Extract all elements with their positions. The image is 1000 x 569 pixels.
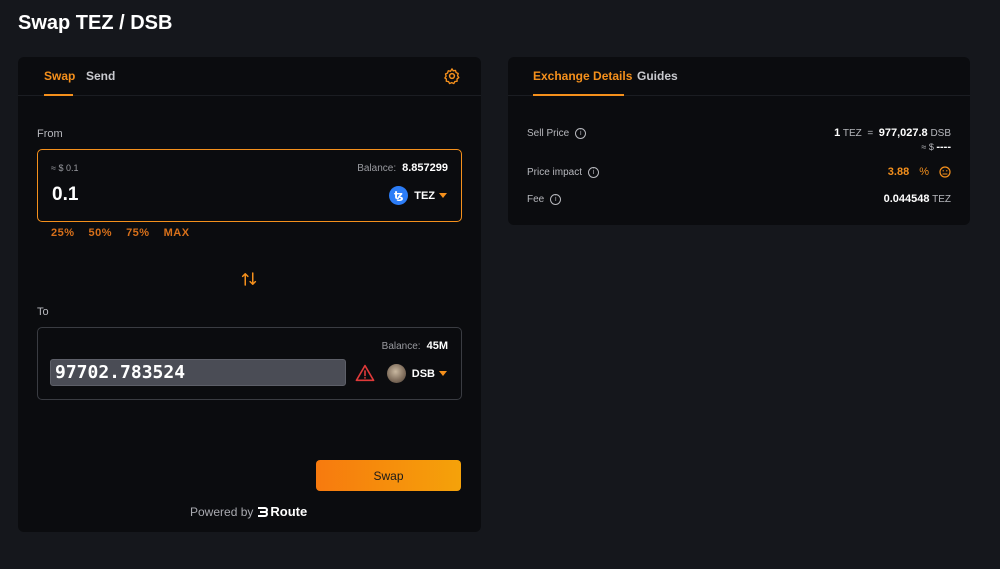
from-balance-label: Balance: — [357, 163, 397, 174]
info-icon[interactable]: i — [575, 128, 587, 139]
sell-price-value: 1 TEZ = 977,027.8 DSB — [834, 127, 951, 139]
sell-price-lhs-token: TEZ — [842, 128, 862, 139]
from-token-select[interactable]: ꜩ TEZ — [389, 186, 447, 205]
swap-card: Swap Send From ≈ $ 0.1 Balance: 8.857299 … — [18, 57, 481, 532]
sell-price-rhs-token: DSB — [930, 128, 951, 139]
price-impact-number: 3.88 — [887, 166, 910, 178]
tab-send[interactable]: Send — [86, 69, 115, 83]
exchange-details-card: Exchange Details Guides Sell Price i 1 T… — [508, 57, 970, 225]
sell-price-usd-label: ≈ $ — [921, 142, 934, 152]
fee-amount: 0.044548 — [883, 193, 930, 205]
sell-price-usd-value: ---- — [936, 141, 951, 153]
percent-50-button[interactable]: 50% — [89, 227, 113, 239]
active-tab-indicator — [44, 94, 73, 96]
fee-value: 0.044548 TEZ — [884, 193, 951, 205]
sell-price-rhs-amount: 977,027.8 — [878, 127, 928, 139]
warning-triangle-icon[interactable] — [355, 364, 375, 382]
to-label: To — [37, 306, 49, 318]
neutral-face-icon — [939, 166, 951, 178]
to-balance-value: 45M — [426, 340, 448, 352]
powered-by-label: Powered by — [190, 504, 254, 519]
to-input-box: Balance: 45M 97702.783524 DSB — [37, 327, 462, 400]
percent-buttons: 25% 50% 75% MAX — [51, 227, 190, 239]
from-amount-input[interactable]: 0.1 — [52, 184, 78, 206]
to-balance: Balance: 45M — [382, 340, 448, 352]
sell-price-lhs-amount: 1 — [834, 127, 841, 139]
from-input-box[interactable]: ≈ $ 0.1 Balance: 8.857299 0.1 ꜩ TEZ — [37, 149, 462, 222]
from-usd-value: ≈ $ 0.1 — [51, 163, 79, 173]
to-amount-output: 97702.783524 — [50, 359, 346, 386]
to-token-name: DSB — [411, 367, 435, 380]
to-token-select[interactable]: DSB — [386, 364, 447, 383]
sell-price-usd: ≈ $ ---- — [921, 141, 951, 153]
fee-token: TEZ — [932, 194, 951, 205]
fee-label: Fee i — [527, 194, 562, 205]
chevron-down-icon — [439, 193, 447, 198]
dsb-token-icon — [386, 364, 406, 383]
chevron-down-icon — [439, 371, 447, 376]
swap-direction-icon[interactable] — [240, 270, 258, 288]
from-balance: Balance: 8.857299 — [357, 162, 448, 174]
sell-price-label-text: Sell Price — [527, 128, 570, 139]
active-tab-indicator — [533, 94, 624, 96]
price-impact-label-text: Price impact — [527, 167, 583, 178]
swap-tabs: Swap Send — [18, 57, 481, 96]
from-balance-value: 8.857299 — [402, 162, 448, 174]
powered-by: Powered by Route — [190, 504, 307, 519]
fee-label-text: Fee — [527, 194, 545, 205]
sell-price-equals: = — [867, 128, 874, 139]
percent-75-button[interactable]: 75% — [126, 227, 150, 239]
tab-exchange-details[interactable]: Exchange Details — [533, 69, 632, 83]
percent-25-button[interactable]: 25% — [51, 227, 75, 239]
from-token-name: TEZ — [414, 189, 435, 202]
settings-gear-icon[interactable] — [443, 67, 461, 85]
price-impact-label: Price impact i — [527, 167, 600, 178]
details-tabs: Exchange Details Guides — [508, 57, 970, 96]
to-balance-label: Balance: — [381, 341, 421, 352]
info-icon[interactable]: i — [550, 194, 562, 205]
swap-button[interactable]: Swap — [316, 460, 461, 491]
sell-price-label: Sell Price i — [527, 128, 587, 139]
tab-guides[interactable]: Guides — [637, 69, 678, 83]
page-title: Swap TEZ / DSB — [18, 12, 173, 34]
price-impact-unit: % — [919, 166, 929, 178]
route-logo[interactable]: Route — [257, 504, 307, 519]
tab-swap[interactable]: Swap — [44, 69, 75, 83]
from-label: From — [37, 128, 63, 140]
route-logo-icon — [258, 506, 269, 517]
percent-max-button[interactable]: MAX — [164, 227, 190, 239]
route-logo-text: Route — [270, 504, 308, 519]
tez-token-icon: ꜩ — [389, 186, 409, 205]
info-icon[interactable]: i — [588, 167, 600, 178]
price-impact-value: 3.88 % — [888, 166, 951, 178]
